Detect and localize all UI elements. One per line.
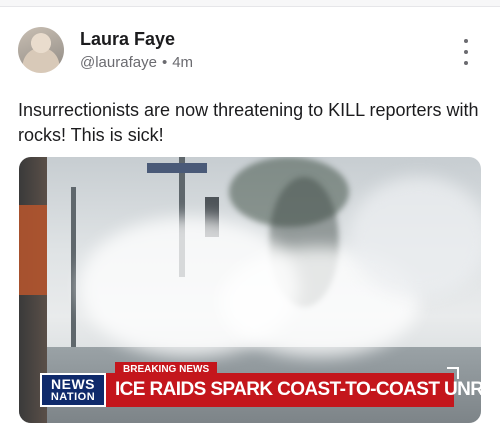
meta-separator: • (161, 54, 168, 71)
street-sign (147, 163, 207, 173)
foreground-sign (19, 205, 47, 295)
news-nation-logo: NEWS NATION (40, 373, 106, 407)
avatar[interactable] (18, 27, 64, 73)
post-meta: @laurafaye • 4m (80, 54, 193, 71)
more-dot (464, 61, 468, 65)
author-name[interactable]: Laura Faye (80, 29, 175, 50)
post-text: Insurrectionists are now threatening to … (18, 100, 479, 145)
smoke (349, 177, 481, 297)
logo-line-2: NATION (50, 391, 96, 403)
breaking-news-label: BREAKING NEWS (115, 362, 218, 378)
post-card: Laura Faye @laurafaye • 4m Insurrectionist… (0, 6, 500, 432)
street-pole (71, 187, 76, 347)
author-handle[interactable]: @laurafaye (80, 54, 157, 71)
more-options-icon[interactable] (456, 39, 476, 65)
post-video[interactable]: BREAKING NEWS NEWS NATION ICE RAIDS SPAR… (19, 157, 481, 423)
banner-corner-accent (447, 367, 459, 379)
logo-line-1: NEWS (51, 376, 95, 392)
post-time: 4m (172, 54, 194, 71)
more-dot (464, 39, 468, 43)
more-dot (464, 50, 468, 54)
news-headline: ICE RAIDS SPARK COAST-TO-COAST UNREST (115, 379, 481, 400)
